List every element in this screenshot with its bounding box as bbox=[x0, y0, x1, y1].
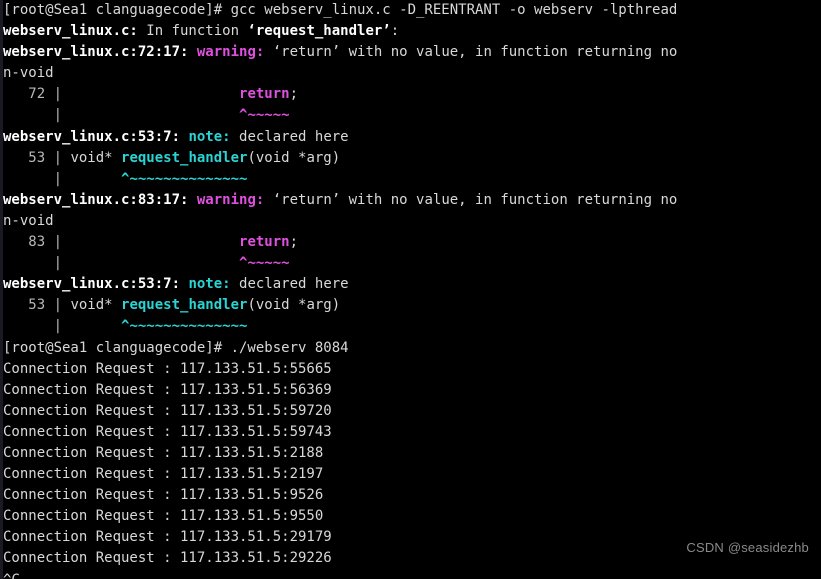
terminal-text-span: void* bbox=[70, 297, 122, 314]
terminal-text-span: return bbox=[239, 86, 290, 103]
terminal-text-span: ; bbox=[289, 86, 299, 103]
terminal-line: n-void bbox=[3, 211, 821, 232]
terminal-text-span: | bbox=[3, 170, 71, 187]
terminal-line: Connection Request : 117.133.51.5:55665 bbox=[3, 359, 821, 380]
terminal-text-span: webserv_linux.c:72:17: bbox=[3, 44, 189, 61]
terminal-line: Connection Request : 117.133.51.5:9526 bbox=[3, 485, 821, 506]
terminal-line: | ^~~~~~~~~~~~~~~ bbox=[3, 316, 821, 337]
terminal-text-span: n-void bbox=[3, 212, 54, 229]
terminal-line: 53 | void* request_handler(void *arg) bbox=[3, 295, 821, 316]
terminal-text-span: warning: bbox=[196, 44, 265, 61]
terminal-text-span bbox=[188, 44, 196, 60]
terminal-line: [root@Sea1 clanguagecode]# gcc webserv_l… bbox=[3, 0, 821, 21]
terminal-line: webserv_linux.c: In function ‘request_ha… bbox=[3, 21, 821, 42]
terminal-text-span: [root@Sea1 clanguagecode]# ./webserv 808… bbox=[3, 339, 349, 356]
terminal-text-span: 53 | bbox=[3, 149, 71, 166]
terminal-text-span: Connection Request : 117.133.51.5:2197 bbox=[3, 466, 324, 483]
terminal-text-span: Connection Request : 117.133.51.5:9526 bbox=[3, 487, 324, 504]
terminal-line: webserv_linux.c:83:17: warning: ‘return’… bbox=[3, 190, 821, 211]
terminal-text-span: (void *arg) bbox=[247, 149, 341, 166]
terminal-text-span bbox=[70, 86, 239, 102]
terminal-line: Connection Request : 117.133.51.5:56369 bbox=[3, 380, 821, 401]
terminal-line: Connection Request : 117.133.51.5:59743 bbox=[3, 422, 821, 443]
terminal-text-span: void* bbox=[70, 149, 122, 166]
terminal-text-span: | bbox=[3, 255, 71, 272]
terminal-text-span: webserv_linux.c:53:7: bbox=[3, 128, 181, 145]
terminal-text-span: ‘return’ with no value, in function retu… bbox=[264, 44, 678, 61]
terminal-text-span: declared here bbox=[230, 128, 349, 145]
terminal-text-span: 83 | bbox=[3, 234, 71, 251]
terminal-text-span: Connection Request : 117.133.51.5:29226 bbox=[3, 550, 332, 567]
terminal-text-span: webserv_linux.c: bbox=[3, 23, 138, 40]
terminal-line: | ^~~~~~~~~~~~~~~ bbox=[3, 169, 821, 190]
terminal-line: 83 | return; bbox=[3, 232, 821, 253]
terminal-text-span: note: bbox=[188, 276, 231, 293]
terminal-line: 72 | return; bbox=[3, 84, 821, 105]
terminal-text-span: ^~~~~~~~~~~~~~~ bbox=[121, 318, 248, 335]
terminal-text-span bbox=[70, 234, 239, 250]
terminal-text-span bbox=[188, 192, 196, 208]
terminal-line: [root@Sea1 clanguagecode]# ./webserv 808… bbox=[3, 338, 821, 359]
terminal-line: Connection Request : 117.133.51.5:59720 bbox=[3, 401, 821, 422]
terminal-text-span: Connection Request : 117.133.51.5:9550 bbox=[3, 508, 324, 525]
terminal-text-span: [root@Sea1 clanguagecode]# gcc webserv_l… bbox=[3, 2, 678, 18]
terminal-text-span bbox=[70, 171, 121, 187]
terminal-line: webserv_linux.c:53:7: note: declared her… bbox=[3, 274, 821, 295]
terminal-window[interactable]: [root@Sea1 clanguagecode]# gcc webserv_l… bbox=[0, 0, 821, 579]
terminal-text-span: Connection Request : 117.133.51.5:29179 bbox=[3, 529, 332, 546]
terminal-text-span: note: bbox=[188, 128, 231, 145]
terminal-text-span: Connection Request : 117.133.51.5:59720 bbox=[3, 402, 332, 419]
terminal-line: 53 | void* request_handler(void *arg) bbox=[3, 148, 821, 169]
terminal-text-span bbox=[70, 255, 239, 271]
terminal-text-span: | bbox=[3, 318, 71, 335]
terminal-text-span: warning: bbox=[196, 191, 265, 208]
terminal-line: Connection Request : 117.133.51.5:2197 bbox=[3, 464, 821, 485]
terminal-text-span: ^C bbox=[3, 572, 20, 579]
terminal-line: n-void bbox=[3, 63, 821, 84]
terminal-text-span: request_handler bbox=[121, 149, 248, 166]
terminal-text-span: request_handler bbox=[121, 297, 248, 314]
terminal-line: webserv_linux.c:53:7: note: declared her… bbox=[3, 127, 821, 148]
terminal-line: | ^~~~~~ bbox=[3, 253, 821, 274]
terminal-text-span: : bbox=[390, 23, 400, 40]
terminal-text-span: (void *arg) bbox=[247, 297, 341, 314]
terminal-line: webserv_linux.c:72:17: warning: ‘return’… bbox=[3, 42, 821, 63]
terminal-text-span: ^~~~~~ bbox=[239, 107, 290, 124]
terminal-text-span bbox=[70, 107, 239, 123]
watermark-label: CSDN @seasidezhb bbox=[686, 539, 809, 555]
terminal-text-span: Connection Request : 117.133.51.5:56369 bbox=[3, 381, 332, 398]
terminal-text-span: ^~~~~~~~~~~~~~~ bbox=[121, 170, 248, 187]
terminal-line: Connection Request : 117.133.51.5:9550 bbox=[3, 506, 821, 527]
terminal-output-area[interactable]: [root@Sea1 clanguagecode]# gcc webserv_l… bbox=[3, 0, 821, 579]
terminal-line: ^C bbox=[3, 570, 821, 579]
terminal-text-span: declared here bbox=[230, 276, 349, 293]
terminal-text-span: ‘return’ with no value, in function retu… bbox=[264, 191, 678, 208]
terminal-text-span: ; bbox=[289, 234, 299, 251]
terminal-text-span: n-void bbox=[3, 65, 54, 82]
terminal-line: Connection Request : 117.133.51.5:2188 bbox=[3, 443, 821, 464]
terminal-text-span: webserv_linux.c:83:17: bbox=[3, 191, 189, 208]
terminal-text-span: 53 | bbox=[3, 297, 71, 314]
terminal-text-span: Connection Request : 117.133.51.5:2188 bbox=[3, 444, 324, 461]
terminal-text-span: In function bbox=[137, 23, 248, 40]
terminal-text-span: | bbox=[3, 107, 71, 124]
terminal-text-span: 72 | bbox=[3, 86, 71, 103]
terminal-text-span: Connection Request : 117.133.51.5:59743 bbox=[3, 423, 332, 440]
terminal-text-span bbox=[70, 318, 121, 334]
terminal-text-span: webserv_linux.c:53:7: bbox=[3, 276, 181, 293]
terminal-left-border bbox=[0, 0, 3, 579]
terminal-text-span: return bbox=[239, 234, 290, 251]
terminal-text-span: ‘request_handler’ bbox=[247, 23, 391, 40]
terminal-text-span: ^~~~~~ bbox=[239, 255, 290, 272]
terminal-text-span: Connection Request : 117.133.51.5:55665 bbox=[3, 360, 332, 377]
terminal-line: | ^~~~~~ bbox=[3, 105, 821, 126]
